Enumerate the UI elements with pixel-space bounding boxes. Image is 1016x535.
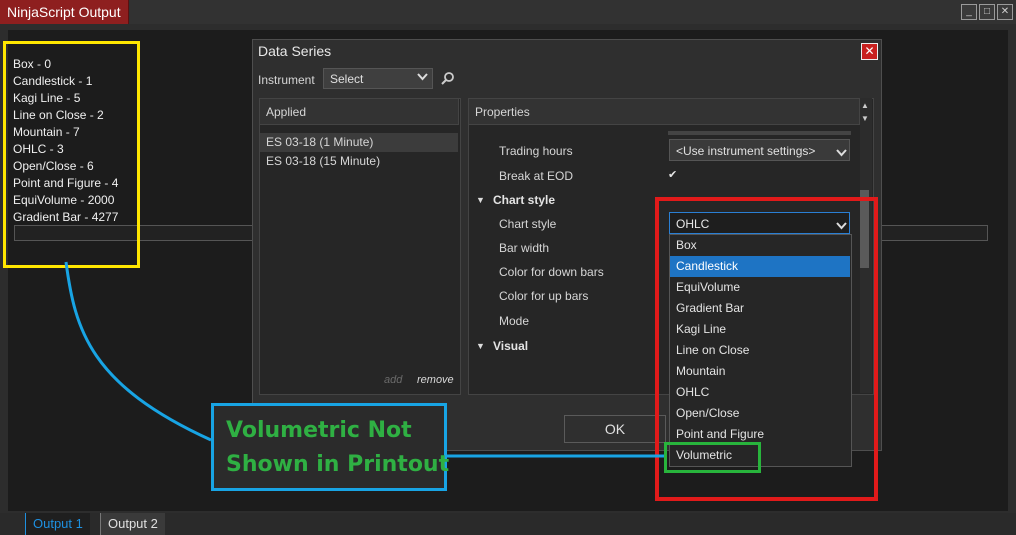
annotation-line: Volumetric Not <box>226 418 412 443</box>
annotation-text: Volumetric Not Shown in Printout <box>226 414 449 482</box>
annotation-connectors <box>64 261 664 458</box>
annotation-line: Shown in Printout <box>226 452 450 477</box>
